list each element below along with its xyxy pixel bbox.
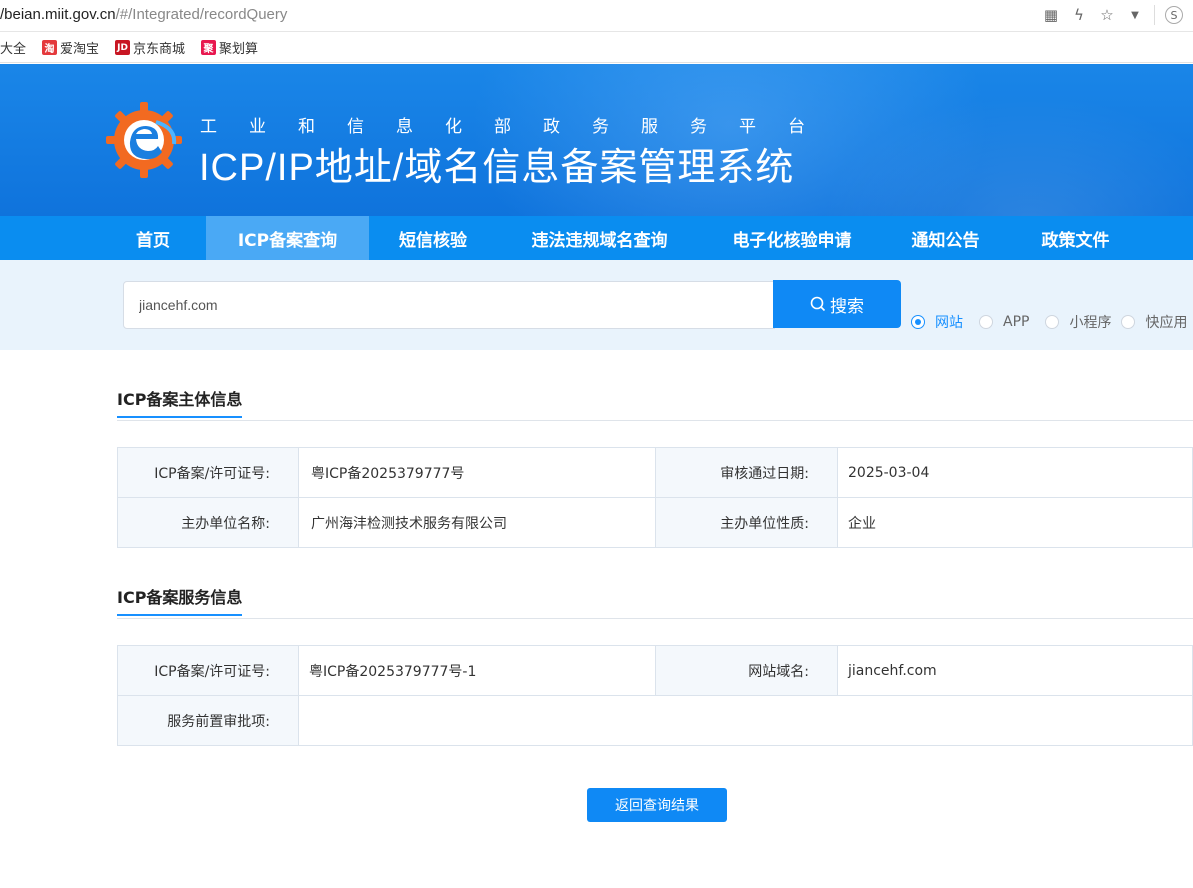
section-title-service: ICP备案服务信息	[117, 584, 243, 616]
nav-icp-query[interactable]: ICP备案查询	[206, 216, 369, 260]
table-row: ICP备案/许可证号: 粤ICP备2025379777号-1 网站域名: jia…	[117, 645, 1193, 696]
search-input[interactable]	[123, 281, 775, 329]
radio-mini-program[interactable]: 小程序	[1045, 312, 1111, 332]
search-button-label: 搜索	[830, 296, 864, 317]
radio-dot	[979, 315, 993, 329]
browser-s-icon[interactable]: S	[1165, 6, 1183, 24]
main-nav: 首页 ICP备案查询 短信核验 违法违规域名查询 电子化核验申请 通知公告 政策…	[0, 216, 1193, 260]
address-bar[interactable]: /beian.miit.gov.cn/#/Integrated/recordQu…	[0, 0, 1193, 32]
radio-label: 网站	[935, 315, 963, 331]
org-nature-value: 企业	[837, 497, 1193, 548]
nav-sms-verify[interactable]: 短信核验	[369, 216, 497, 260]
nav-policy[interactable]: 政策文件	[1009, 216, 1142, 260]
license-value: 粤ICP备2025379777号	[298, 447, 656, 498]
nav-home[interactable]: 首页	[100, 216, 206, 260]
search-icon	[810, 296, 826, 312]
approval-date-value: 2025-03-04	[837, 447, 1193, 498]
jd-icon: JD	[115, 40, 131, 55]
chevron-down-icon[interactable]: ▼	[1126, 6, 1144, 24]
service-license-value: 粤ICP备2025379777号-1	[298, 645, 656, 696]
divider	[1154, 5, 1155, 25]
url-path: /#/Integrated/recordQuery	[115, 6, 288, 23]
section-title-subject: ICP备案主体信息	[117, 386, 243, 418]
bookmark-all[interactable]: 大全	[0, 38, 26, 57]
radio-dot	[911, 315, 925, 329]
url-text[interactable]: /beian.miit.gov.cn/#/Integrated/recordQu…	[0, 6, 287, 23]
radio-app[interactable]: APP	[979, 314, 1029, 330]
search-type-group: 网站 APP 小程序 快应用	[911, 312, 1193, 332]
bookmark-jd[interactable]: JD 京东商城	[115, 38, 185, 57]
service-info-table: ICP备案/许可证号: 粤ICP备2025379777号-1 网站域名: jia…	[117, 645, 1193, 746]
pre-approval-value	[298, 695, 1193, 746]
bookmark-label: 大全	[0, 42, 27, 57]
bookmark-label: 京东商城	[133, 42, 186, 57]
radio-dot	[1121, 315, 1136, 329]
radio-label: APP	[1003, 314, 1030, 330]
approval-date-label: 审核通过日期:	[655, 447, 838, 498]
page-title: ICP/IP地址/域名信息备案管理系统	[199, 147, 795, 189]
bookmark-juhuasuan[interactable]: 聚聚划算	[201, 38, 258, 57]
radio-label: 快应用	[1145, 315, 1188, 331]
domain-value: jiancehf.com	[837, 645, 1193, 696]
section-divider	[117, 420, 1193, 421]
table-row: ICP备案/许可证号: 粤ICP备2025379777号 审核通过日期: 202…	[117, 447, 1193, 498]
juhuasuan-icon: 聚	[201, 40, 217, 55]
nav-electronic-verify[interactable]: 电子化核验申请	[702, 216, 882, 260]
org-name-value: 广州海沣检测技术服务有限公司	[298, 497, 656, 548]
bookmark-label: 爱淘宝	[60, 42, 100, 57]
bookmark-label: 聚划算	[219, 42, 259, 57]
nav-illegal-domain-query[interactable]: 违法违规域名查询	[497, 216, 702, 260]
search-button[interactable]: 搜索	[773, 280, 901, 328]
miit-logo-icon	[106, 102, 182, 178]
bookmarks-bar: 大全 淘爱淘宝 JD 京东商城 聚聚划算	[0, 33, 1193, 63]
lightning-icon[interactable]: ϟ	[1070, 6, 1088, 24]
back-to-results-button[interactable]: 返回查询结果	[587, 788, 727, 822]
service-license-label: ICP备案/许可证号:	[117, 645, 299, 696]
table-row: 服务前置审批项:	[117, 695, 1193, 746]
org-name-label: 主办单位名称:	[117, 497, 299, 548]
nav-notices[interactable]: 通知公告	[882, 216, 1009, 260]
url-host: /beian.miit.gov.cn	[0, 6, 116, 23]
radio-label: 小程序	[1069, 315, 1112, 331]
radio-quick-app[interactable]: 快应用	[1121, 312, 1187, 332]
domain-label: 网站域名:	[655, 645, 838, 696]
radio-dot	[1045, 315, 1060, 329]
section-divider	[117, 618, 1193, 619]
platform-subtitle: 工业和信息化部政务服务平台	[200, 117, 837, 137]
subject-info-table: ICP备案/许可证号: 粤ICP备2025379777号 审核通过日期: 202…	[117, 447, 1193, 548]
star-icon[interactable]: ☆	[1098, 6, 1116, 24]
qr-code-icon[interactable]: ▦	[1042, 6, 1060, 24]
taobao-icon: 淘	[42, 40, 58, 55]
pre-approval-label: 服务前置审批项:	[117, 695, 299, 746]
table-row: 主办单位名称: 广州海沣检测技术服务有限公司 主办单位性质: 企业	[117, 497, 1193, 548]
radio-website[interactable]: 网站	[911, 312, 963, 332]
org-nature-label: 主办单位性质:	[655, 497, 838, 548]
bookmark-taobao[interactable]: 淘爱淘宝	[42, 38, 99, 57]
license-label: ICP备案/许可证号:	[117, 447, 299, 498]
